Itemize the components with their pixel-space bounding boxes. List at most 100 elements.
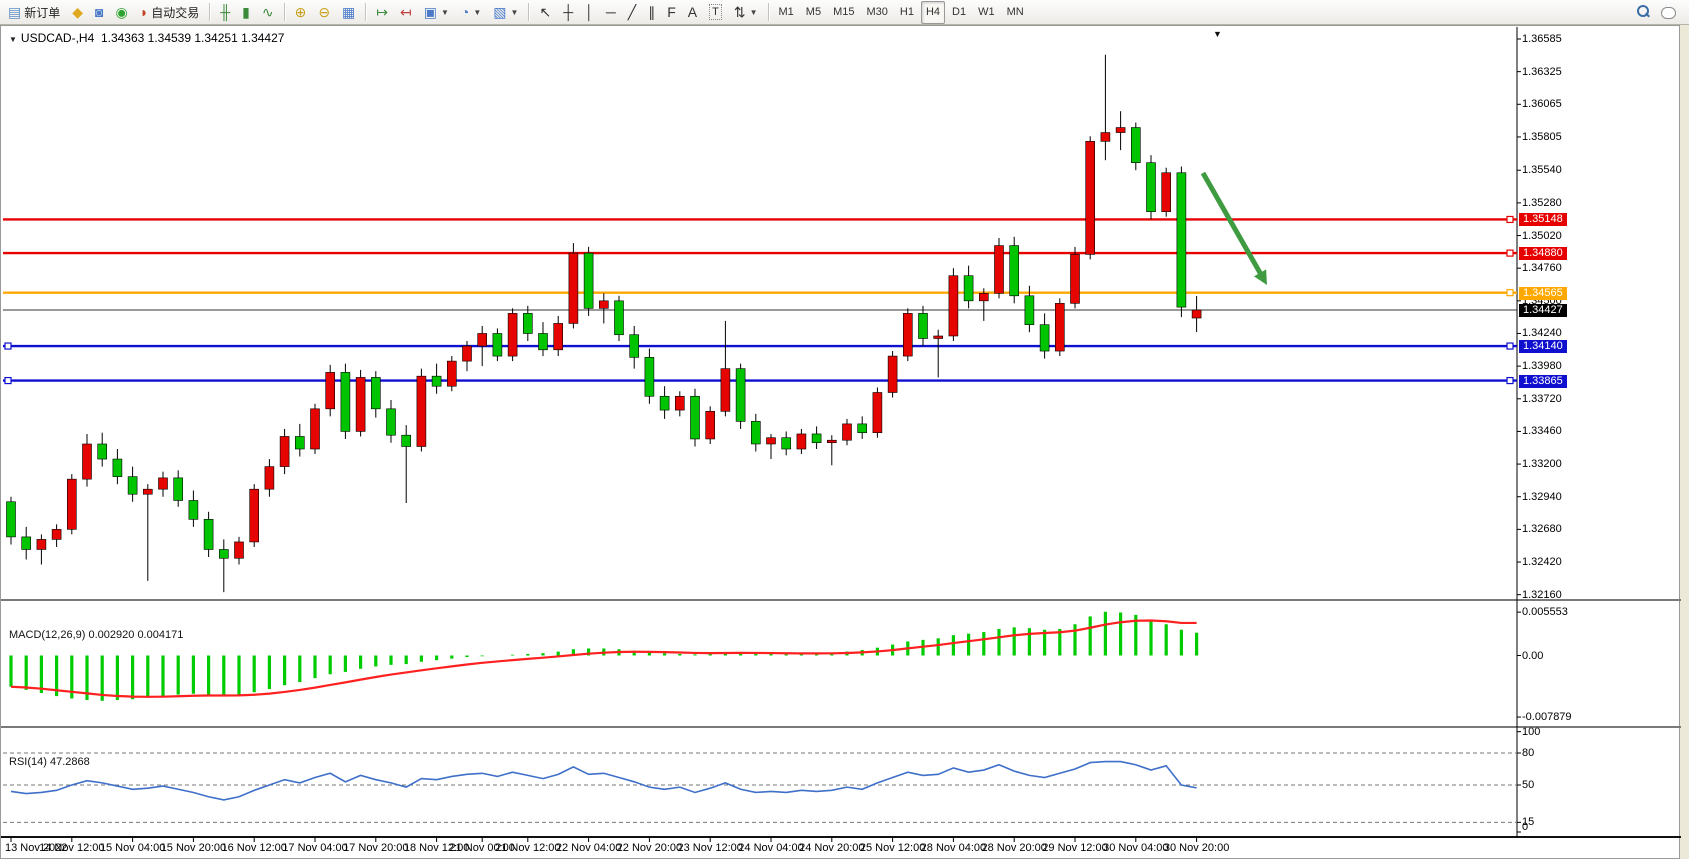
line-chart-button[interactable]: ∿	[257, 1, 279, 24]
tf-mn-button-label: MN	[1007, 6, 1024, 18]
tf-d1-button[interactable]: D1	[947, 1, 971, 24]
horizontal-line-support-2	[3, 378, 1517, 384]
gold-button[interactable]: ◆	[67, 1, 88, 24]
arrows-button[interactable]: ⇅▼	[729, 1, 763, 24]
candles-layer	[7, 55, 1202, 592]
price-tick-label: 1.36325	[1522, 66, 1562, 78]
trend-arrow-annotation[interactable]	[1203, 173, 1267, 285]
chat-icon[interactable]: 1	[1661, 5, 1679, 20]
time-tick-label: 23 Nov 12:00	[677, 842, 742, 854]
chevron-down-icon: ▼	[473, 8, 481, 17]
autotrade-button-label: 自动交易	[151, 4, 199, 21]
zoom-out-button[interactable]: ⊖	[313, 1, 335, 24]
horizontal-line-support-1	[3, 343, 1517, 349]
label-button[interactable]: T	[704, 1, 727, 24]
time-tick-label: 17 Nov 20:00	[343, 842, 408, 854]
bar-chart-button[interactable]: ╫	[215, 1, 235, 24]
candlestick-chart-button[interactable]: ▮	[237, 1, 255, 24]
time-tick-label: 22 Nov 04:00	[556, 842, 621, 854]
chevron-down-icon[interactable]: ▼	[9, 35, 17, 44]
tf-h1-button-label: H1	[900, 6, 914, 18]
trendline-button[interactable]: ╱	[623, 1, 641, 24]
price-level-badge[interactable]: 1.34565	[1519, 287, 1567, 300]
tf-mn-button[interactable]: MN	[1002, 1, 1029, 24]
autotrade-button[interactable]: ◗自动交易	[135, 1, 204, 24]
signals-button[interactable]: ◉	[111, 1, 133, 24]
tf-m5-button-label: M5	[806, 6, 821, 18]
price-tick-label: 1.36585	[1522, 33, 1562, 45]
chart-window[interactable]: ▼USDCAD-,H4 1.34363 1.34539 1.34251 1.34…	[0, 25, 1680, 859]
channel-button[interactable]: ∥	[643, 1, 660, 24]
gold-icon: ◆	[72, 5, 83, 19]
new-order-icon: ▤	[8, 5, 21, 19]
auto-scroll-icon: ↦	[376, 5, 388, 19]
price-tick-label: 1.34760	[1522, 262, 1562, 274]
tf-w1-button[interactable]: W1	[973, 1, 1000, 24]
tf-m1-button[interactable]: M1	[774, 1, 799, 24]
vline-button[interactable]: │	[580, 1, 599, 24]
zoom-out-icon: ⊖	[318, 5, 330, 19]
tf-m15-button[interactable]: M15	[828, 1, 859, 24]
fibonacci-button[interactable]: F	[662, 1, 681, 24]
price-tick-label: 1.33460	[1522, 425, 1562, 437]
macd-indicator-label: MACD(12,26,9) 0.002920 0.004171	[9, 629, 183, 641]
new-order-button[interactable]: ▤新订单	[3, 1, 65, 24]
chart-dropdown-icon[interactable]: ▼	[1213, 29, 1222, 39]
ohlc-bars-icon: ╫	[220, 5, 230, 19]
price-tick-label: 1.33720	[1522, 393, 1562, 405]
cursor-button[interactable]: ↖	[534, 1, 556, 24]
axis-ticks	[11, 39, 1521, 842]
text-button[interactable]: A	[683, 1, 702, 24]
horizontal-line-pivot-orange	[3, 290, 1517, 296]
pane-borders	[1, 27, 1681, 837]
tf-h4-button[interactable]: H4	[921, 1, 945, 24]
current-price-badge: 1.34427	[1519, 304, 1567, 317]
templates-button[interactable]: ▧▼	[488, 1, 523, 24]
tf-m30-button[interactable]: M30	[861, 1, 892, 24]
chart-canvas[interactable]	[1, 26, 1681, 859]
tf-m5-button[interactable]: M5	[801, 1, 826, 24]
price-level-badge[interactable]: 1.34880	[1519, 247, 1567, 260]
chart-shift-icon: ↤	[400, 5, 412, 19]
text-label-icon: T	[709, 4, 722, 20]
autotrade-icon: ◗	[140, 5, 148, 19]
toolbar-separator	[284, 3, 285, 21]
time-tick-label: 14 Nov 12:00	[39, 842, 104, 854]
new-chart-button[interactable]: ▣▼	[419, 1, 454, 24]
tf-w1-button-label: W1	[978, 6, 995, 18]
time-tick-label: 15 Nov 20:00	[161, 842, 226, 854]
macd-tick-label: 0.005553	[1522, 606, 1568, 618]
cursor-icon: ↖	[539, 5, 551, 19]
price-tick-label: 1.35805	[1522, 131, 1562, 143]
chevron-down-icon: ▼	[441, 8, 449, 17]
time-tick-label: 30 Nov 20:00	[1164, 842, 1229, 854]
time-tick-label: 22 Nov 20:00	[617, 842, 682, 854]
price-level-badge[interactable]: 1.33865	[1519, 375, 1567, 388]
rsi-pane	[3, 753, 1517, 822]
horizontal-line-resistance-2	[3, 250, 1517, 256]
search-icon[interactable]	[1635, 4, 1651, 20]
price-tick-label: 1.32940	[1522, 491, 1562, 503]
tf-h1-button[interactable]: H1	[895, 1, 919, 24]
publisher-button[interactable]: ◙	[90, 1, 108, 24]
macd-tick-label: 0.00	[1522, 650, 1543, 662]
price-tick-label: 1.35280	[1522, 197, 1562, 209]
macd-signal-line	[11, 621, 1197, 697]
rsi-line	[11, 762, 1197, 800]
new-chart-icon: ▣	[424, 5, 437, 19]
tile-windows-button[interactable]: ▦	[337, 1, 360, 24]
crosshair-button[interactable]: ┼	[558, 1, 578, 24]
chart-shift-button[interactable]: ↤	[395, 1, 417, 24]
time-tick-label: 16 Nov 12:00	[221, 842, 286, 854]
price-level-badge[interactable]: 1.35148	[1519, 213, 1567, 226]
hline-button[interactable]: ─	[601, 1, 621, 24]
chevron-down-icon: ▼	[750, 8, 758, 17]
tf-h4-button-label: H4	[926, 6, 940, 18]
equidistant-channel-icon: ∥	[648, 5, 655, 19]
time-tick-label: 28 Nov 04:00	[921, 842, 986, 854]
auto-scroll-button[interactable]: ↦	[371, 1, 393, 24]
zoom-in-button[interactable]: ⊕	[290, 1, 312, 24]
price-level-badge[interactable]: 1.34140	[1519, 340, 1567, 353]
macd-tick-label: -0.007879	[1522, 711, 1572, 723]
period-button[interactable]: ◔▼	[456, 1, 486, 24]
